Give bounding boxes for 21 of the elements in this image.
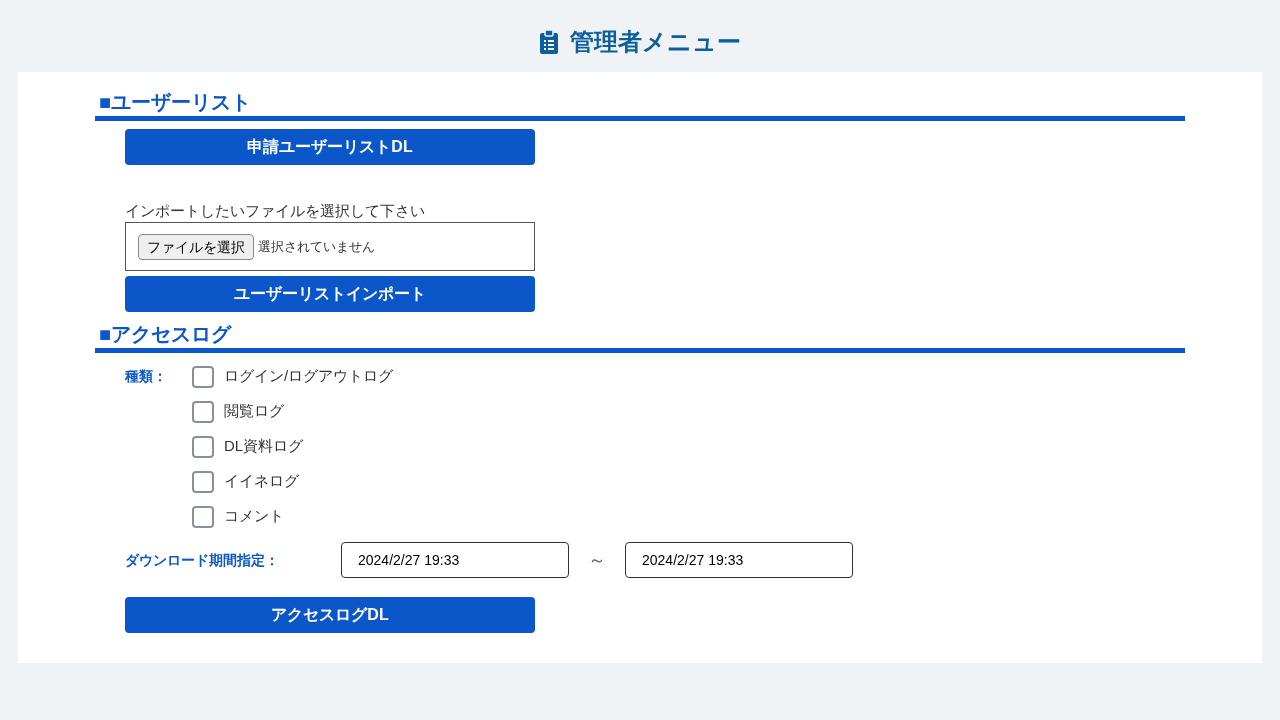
file-input-field[interactable]: ファイルを選択 選択されていません <box>125 222 535 271</box>
date-time-field[interactable]: 2024/2/27 19:33 <box>625 542 853 578</box>
period-label: ダウンロード期間指定： <box>125 551 280 570</box>
checkbox-option[interactable]: 閲覧ログ <box>192 394 394 429</box>
date-time-field[interactable]: 2024/2/27 19:33 <box>341 542 569 578</box>
type-label: 種類： <box>125 367 168 386</box>
download-button[interactable]: アクセスログDL <box>125 597 535 633</box>
page-title: 管理者メニュー <box>569 27 741 57</box>
choose-file-button[interactable]: ファイルを選択 <box>138 233 254 260</box>
checkbox-option[interactable]: コメント <box>192 499 394 534</box>
section-heading: ■ユーザーリスト <box>98 90 253 115</box>
checkbox-option[interactable]: イイネログ <box>192 464 394 499</box>
import-instruction: インポートしたいファイルを選択して下さい <box>125 201 425 221</box>
download-button[interactable]: 申請ユーザーリストDL <box>125 129 535 165</box>
import-button[interactable]: ユーザーリストインポート <box>125 276 535 312</box>
checkbox-option[interactable]: ログイン/ログアウトログ <box>192 359 394 394</box>
clipboard-icon <box>539 30 558 54</box>
section-heading: ■アクセスログ <box>98 322 233 347</box>
range-separator: ～ <box>587 549 607 572</box>
file-status: 選択されていません <box>258 237 375 256</box>
checkbox-option[interactable]: DL資料ログ <box>192 429 394 464</box>
